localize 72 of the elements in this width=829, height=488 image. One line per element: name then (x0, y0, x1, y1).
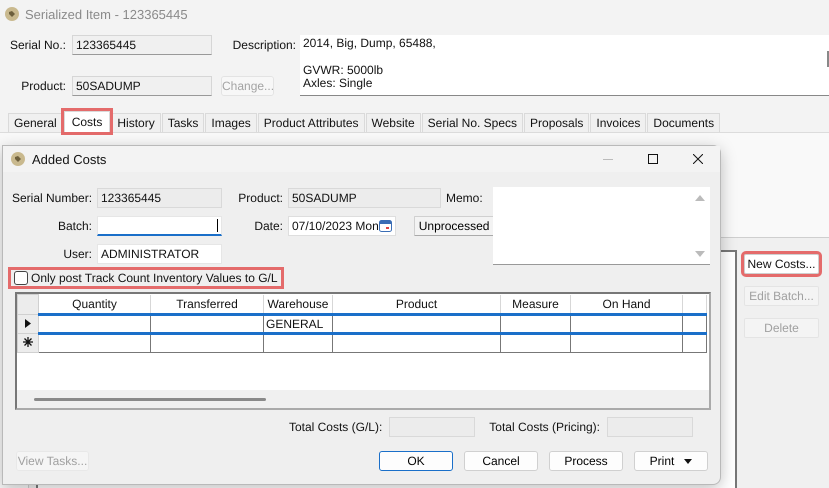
field-label: Batch: (56, 219, 92, 233)
description-line: GVWR: 5000lb (303, 64, 384, 77)
tab[interactable]: Invoices (590, 113, 646, 132)
total-label: Total Costs (Pricing): (489, 420, 600, 434)
serial-number-field[interactable]: 123365445 (72, 35, 212, 55)
user-field[interactable]: ADMINISTRATOR (97, 244, 222, 264)
field-label: Description: (232, 38, 296, 52)
horizontal-scrollbar[interactable] (17, 390, 709, 408)
dialog-button[interactable]: OK (379, 451, 453, 471)
serial-number-field[interactable]: 123365445 (97, 188, 222, 208)
tab[interactable]: Tasks (162, 113, 204, 132)
tab[interactable]: History (111, 113, 161, 132)
caret-icon (684, 458, 692, 464)
current-row-icon[interactable] (18, 314, 38, 334)
dialog-button[interactable]: Cancel (464, 451, 538, 471)
tab[interactable]: Proposals (524, 113, 590, 132)
column-header[interactable]: On Hand (570, 294, 682, 314)
column-header[interactable]: Quantity (38, 294, 150, 314)
table-cell[interactable] (332, 334, 500, 352)
tag-icon (11, 152, 25, 166)
table-cell[interactable] (150, 334, 264, 352)
grid-corner (18, 294, 38, 314)
table-cell[interactable] (332, 314, 500, 334)
table-cell[interactable] (500, 334, 570, 352)
product-field[interactable]: 50SADUMP (72, 76, 212, 96)
window-title: Serialized Item - 123365445 (25, 6, 188, 22)
maximize-icon[interactable] (648, 154, 658, 164)
scroll-thumb[interactable] (827, 51, 829, 67)
table-cell[interactable] (500, 314, 570, 334)
field-label: Serial No.: (8, 38, 66, 52)
dialog-button[interactable]: Process (549, 451, 623, 471)
close-icon[interactable] (692, 154, 702, 164)
field-label: Memo: (446, 191, 484, 205)
batch-field[interactable] (97, 216, 222, 236)
table-cell[interactable] (570, 314, 682, 334)
new-row-icon[interactable] (18, 334, 38, 352)
table-cell[interactable] (570, 334, 682, 352)
description-field[interactable]: 2014, Big, Dump, 65488, GVWR: 5000lb Axles: Single (300, 35, 829, 96)
table-cell[interactable] (264, 334, 332, 352)
tab[interactable]: Images (205, 113, 257, 132)
dialog-button[interactable]: Print (634, 451, 708, 471)
tab[interactable]: Product Attributes (258, 113, 364, 132)
column-header[interactable]: Measure (500, 294, 570, 314)
field-label: Serial Number: (12, 191, 92, 205)
field-label: User: (62, 247, 92, 261)
checkbox[interactable] (14, 271, 28, 285)
tab[interactable]: Serial No. Specs (422, 113, 524, 132)
total-label: Total Costs (G/L): (288, 420, 382, 434)
tab[interactable]: Documents (647, 113, 720, 132)
field-label: Product: (20, 79, 66, 93)
tab[interactable]: General (8, 113, 63, 132)
calendar-icon[interactable] (378, 220, 392, 232)
field-label: Date: (253, 219, 283, 233)
column-header[interactable]: Warehouse (264, 294, 332, 314)
description-line: Axles: Single (303, 77, 374, 90)
table-cell[interactable]: GENERAL (264, 314, 332, 334)
description-line: 2014, Big, Dump, 65488, (303, 37, 437, 50)
column-header[interactable]: Transferred (150, 294, 264, 314)
status-button[interactable]: Unprocessed (414, 216, 494, 236)
tab[interactable]: Costs (64, 111, 110, 132)
side-button[interactable]: New Costs... (744, 254, 819, 274)
tag-icon (5, 7, 19, 21)
dialog-title: Added Costs (32, 152, 106, 166)
table-cell[interactable] (38, 334, 150, 352)
date-field[interactable]: 07/10/2023 Mon (288, 216, 396, 236)
column-header[interactable]: Product (332, 294, 500, 314)
product-field[interactable]: 50SADUMP (288, 188, 441, 208)
table-cell[interactable] (38, 314, 150, 334)
tab[interactable]: Website (366, 113, 421, 132)
post-checkbox[interactable]: Only post Track Count Inventory Values to G/L (8, 267, 284, 289)
table-cell[interactable] (150, 314, 264, 334)
field-label: Product: (237, 191, 283, 205)
